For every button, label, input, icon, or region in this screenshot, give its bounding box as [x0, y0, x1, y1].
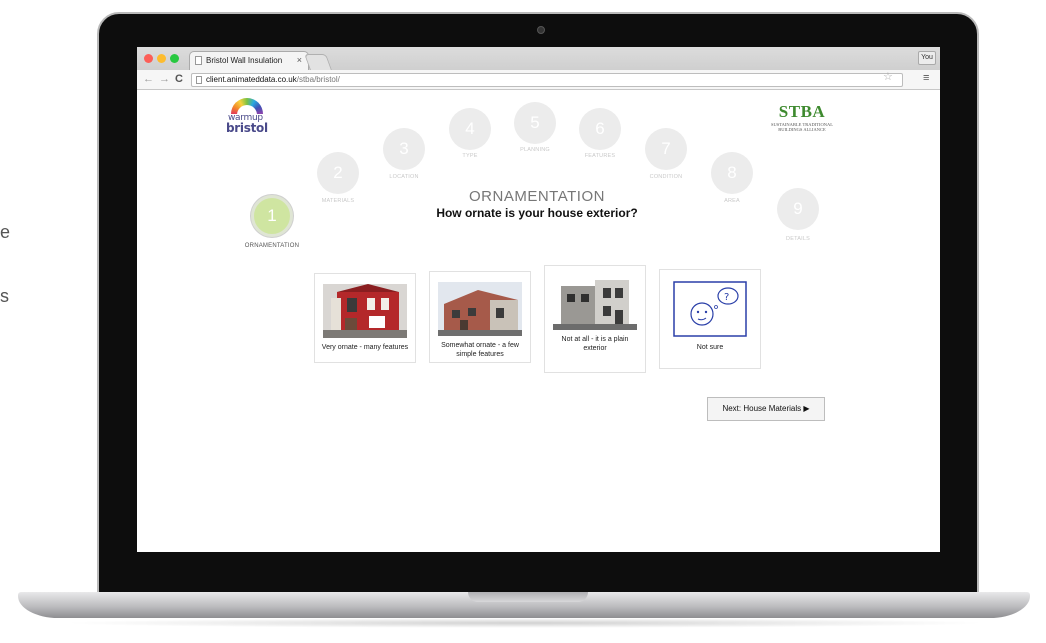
stage: e s Bristol Wall Insulation × You ← → C — [0, 0, 1046, 643]
step-label: CONDITION — [649, 174, 683, 180]
step-label: ORNAMENTATION — [244, 243, 300, 249]
question-text: How ornate is your house exterior? — [436, 206, 638, 220]
step-9-details[interactable]: 9 — [777, 188, 819, 230]
stba-subtitle: BUILDINGS ALLIANCE — [778, 127, 826, 132]
step-label: MATERIALS — [321, 198, 355, 204]
laptop-screen: Bristol Wall Insulation × You ← → C clie… — [137, 47, 940, 552]
browser-tab[interactable]: Bristol Wall Insulation × — [189, 51, 309, 70]
window-close-icon[interactable] — [144, 54, 153, 63]
step-label: DETAILS — [786, 236, 810, 242]
option-caption: Not at all - it is a plain exterior — [561, 336, 629, 352]
option-caption: Somewhat ornate - a few simple features — [441, 342, 519, 358]
background-text-fragment: e — [0, 222, 11, 242]
logo-line2: bristol — [226, 121, 268, 135]
option-caption: Very ornate - many features — [321, 344, 409, 351]
address-bar[interactable]: client.animateddata.co.uk/stba/bristol/ — [191, 73, 903, 87]
new-tab-button[interactable] — [304, 54, 332, 70]
step-label: AREA — [724, 198, 740, 204]
next-house-materials-button[interactable]: Next: House Materials ▶ — [707, 397, 825, 421]
forward-arrow-icon[interactable]: → — [159, 73, 170, 85]
tab-close-icon[interactable]: × — [297, 55, 302, 65]
step-7-condition[interactable]: 7 — [645, 128, 687, 170]
step-5-planning[interactable]: 5 — [514, 102, 556, 144]
plain-house-image — [553, 276, 637, 330]
step-8-area[interactable]: 8 — [711, 152, 753, 194]
browser-tab-bar: Bristol Wall Insulation × You — [137, 47, 940, 70]
window-minimize-icon[interactable] — [157, 54, 166, 63]
back-arrow-icon[interactable]: ← — [143, 73, 154, 85]
page-content: warmup bristol STBA SUSTAINABLE TRADITIO… — [137, 90, 940, 552]
background-text-fragment: s — [0, 286, 9, 306]
tab-title: Bristol Wall Insulation — [206, 56, 283, 65]
option-very-ornate[interactable]: Very ornate - many features — [314, 273, 416, 363]
option-somewhat-ornate[interactable]: Somewhat ornate - a few simple features — [429, 271, 531, 363]
stba-title: STBA — [778, 102, 826, 121]
camera-icon — [537, 26, 545, 34]
stba-logo[interactable]: STBA SUSTAINABLE TRADITIONAL BUILDINGS A… — [757, 102, 847, 132]
window-zoom-icon[interactable] — [170, 54, 179, 63]
browser-menu-icon[interactable]: ≡ — [923, 73, 929, 84]
step-4-type[interactable]: 4 — [449, 108, 491, 150]
svg-text:?: ? — [724, 292, 729, 303]
step-label: TYPE — [462, 153, 478, 159]
step-6-features[interactable]: 6 — [579, 108, 621, 150]
ornate-house-image — [323, 284, 407, 338]
option-caption: Not sure — [696, 344, 724, 351]
step-2-materials[interactable]: 2 — [317, 152, 359, 194]
url-host: client.animateddata.co.uk — [206, 75, 297, 84]
warmup-bristol-logo[interactable]: warmup bristol — [225, 98, 269, 135]
option-not-sure[interactable]: ? Not sure — [659, 269, 761, 369]
section-heading: ORNAMENTATION — [469, 188, 605, 205]
reload-icon[interactable]: C — [175, 73, 183, 85]
option-not-at-all[interactable]: Not at all - it is a plain exterior — [544, 265, 646, 373]
profile-button[interactable]: You — [918, 51, 936, 65]
page-icon — [196, 76, 202, 84]
page-icon — [195, 56, 202, 65]
laptop-shadow — [60, 618, 990, 628]
bookmark-star-icon[interactable]: ☆ — [883, 72, 893, 83]
step-label: LOCATION — [389, 174, 419, 180]
step-1-ornamentation[interactable]: 1 — [251, 195, 293, 237]
url-path: /stba/bristol/ — [296, 75, 340, 84]
not-sure-sketch-image: ? — [668, 280, 752, 338]
browser-toolbar: ← → C client.animateddata.co.uk/stba/bri… — [137, 70, 940, 90]
somewhat-ornate-house-image — [438, 282, 522, 336]
laptop-base-notch — [468, 592, 588, 602]
step-3-location[interactable]: 3 — [383, 128, 425, 170]
step-label: FEATURES — [584, 153, 616, 159]
